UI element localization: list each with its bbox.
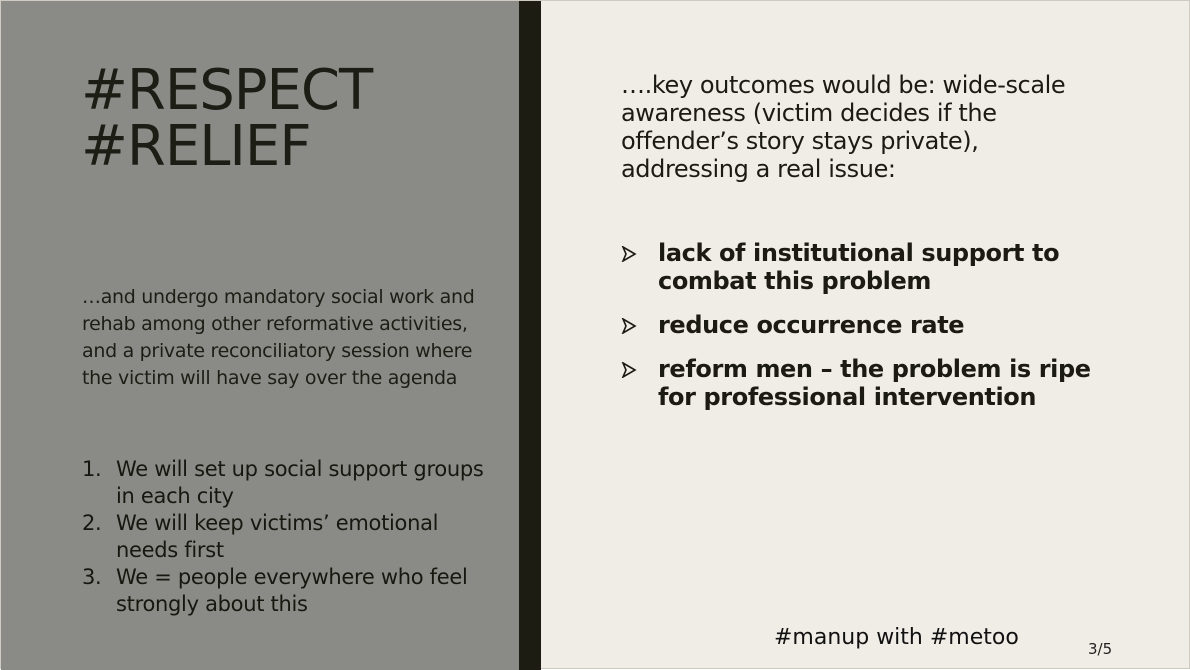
list-item-number: 1. [82, 457, 102, 481]
list-item: 1. We will set up social support groups … [82, 456, 502, 510]
arrow-bullet-icon [621, 239, 641, 267]
list-item-text: We will set up social support groups in … [116, 457, 484, 508]
list-item-number: 3. [82, 565, 102, 589]
list-item-text: We = people everywhere who feel strongly… [116, 565, 468, 616]
outcomes-lead-text: ….key outcomes would be: wide-scale awar… [621, 71, 1066, 183]
divider-bar [519, 1, 541, 670]
steps-list: 1. We will set up social support groups … [82, 456, 502, 618]
arrow-bullet-icon [621, 355, 641, 383]
left-panel: #RESPECT #RELIEF …and undergo mandatory … [1, 1, 519, 670]
intro-text: …and undergo mandatory social work and r… [82, 286, 475, 389]
footer-hashtags: #manup with #metoo [774, 625, 1019, 650]
title-line-respect: #RESPECT [81, 58, 373, 123]
title-line-relief: #RELIEF [81, 114, 312, 179]
list-item-text: We will keep victims’ emotional needs fi… [116, 511, 439, 562]
list-item: 2. We will keep victims’ emotional needs… [82, 510, 502, 564]
page-number: 3/5 [1088, 640, 1113, 658]
list-item: 3. We = people everywhere who feel stron… [82, 564, 502, 618]
slide: #RESPECT #RELIEF …and undergo mandatory … [0, 0, 1190, 670]
slide-title: #RESPECT #RELIEF [81, 63, 501, 175]
bullet-text: lack of institutional support to combat … [658, 239, 1060, 295]
outcomes-bullet-list: lack of institutional support to combat … [621, 239, 1101, 427]
bullet-text: reduce occurrence rate [658, 311, 965, 339]
list-item: lack of institutional support to combat … [621, 239, 1101, 295]
arrow-bullet-icon [621, 311, 641, 339]
bullet-text: reform men – the problem is ripe for pro… [658, 355, 1091, 411]
list-item: reform men – the problem is ripe for pro… [621, 355, 1101, 411]
list-item: reduce occurrence rate [621, 311, 1101, 339]
list-item-number: 2. [82, 511, 102, 535]
